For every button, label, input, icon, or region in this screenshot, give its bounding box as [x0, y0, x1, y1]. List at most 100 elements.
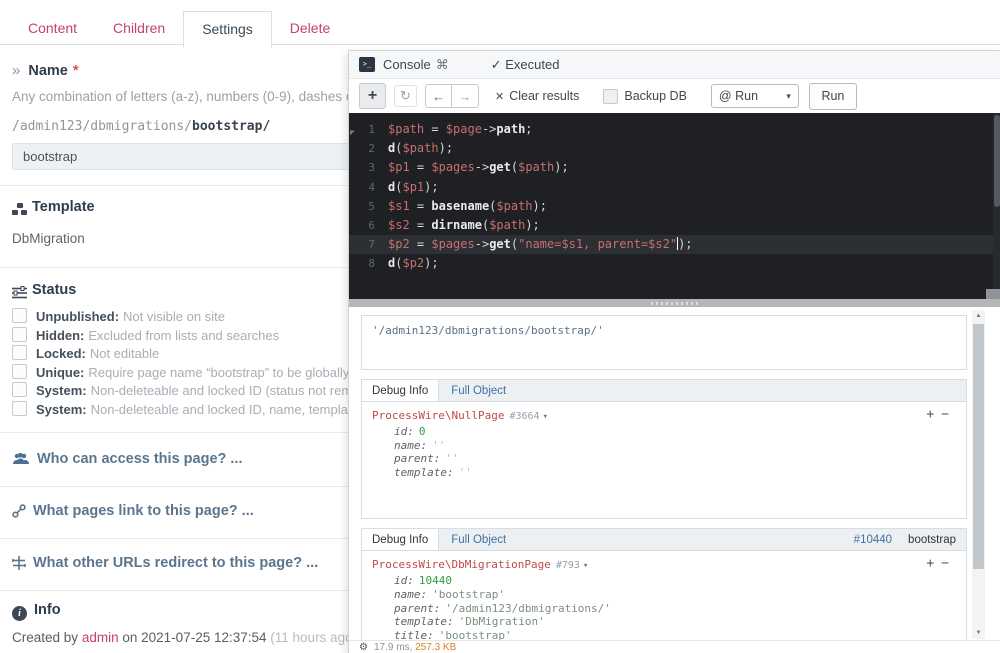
code-line[interactable]: 7 $p2 = $pages->get("name=$s1, parent=$s2… [349, 235, 993, 255]
status-section-heading[interactable]: Status [12, 282, 76, 300]
code-line[interactable]: 2 d($path); [349, 139, 993, 158]
code-token: $path [496, 198, 533, 213]
prop-row: id: 10440 [394, 574, 956, 588]
tab-settings[interactable]: Settings [183, 11, 272, 48]
code-token: $s1 [388, 198, 410, 213]
console-toolbar: + ↻ ← → ✕ Clear results Backup DB @ Run ▾ … [349, 79, 1000, 132]
redirect-urls-link[interactable]: What other URLs redirect to this page? .… [12, 555, 318, 571]
created-prefix: Created by [12, 630, 79, 645]
editor-scrollbar-thumb[interactable] [994, 115, 1000, 207]
code-line[interactable]: 5 $s1 = basename($path); [349, 197, 993, 216]
code-token: ); [424, 256, 439, 271]
run-button[interactable]: Run [808, 82, 857, 110]
template-section-heading[interactable]: Template [12, 199, 95, 217]
move-handle-button[interactable]: + [359, 83, 386, 109]
run-mode-select[interactable]: @ Run ▾ [710, 84, 799, 108]
redirect-icon [12, 555, 33, 571]
code-line[interactable]: 3 $p1 = $pages->get($path); [349, 158, 993, 177]
results-scrollbar[interactable]: ▲ ▼ [972, 310, 985, 639]
backup-db-toggle[interactable]: Backup DB [603, 88, 687, 104]
code-line[interactable]: 4 d($p1); [349, 178, 993, 197]
tab-debug-info[interactable]: Debug Info [362, 380, 440, 401]
collapse-icon[interactable]: − [941, 407, 956, 422]
collapse-caret-icon[interactable]: ▾ [583, 561, 588, 571]
who-can-access-link[interactable]: Who can access this page? ... [12, 451, 242, 467]
unpublished-checkbox[interactable] [12, 308, 27, 323]
object-ref: #793 [555, 560, 580, 572]
code-token: dirname [431, 217, 482, 232]
unique-checkbox[interactable] [12, 363, 27, 379]
code-line[interactable]: 6 $s2 = dirname($path); [349, 216, 993, 235]
pages-link-link[interactable]: What pages link to this page? ... [12, 503, 254, 519]
tab-delete[interactable]: Delete [272, 11, 348, 47]
expand-icon[interactable]: + [926, 407, 941, 422]
console-header[interactable]: >_ Console ⌘ ✓ Executed [349, 51, 1000, 79]
code-token: basename [431, 198, 490, 213]
executed-label: Executed [505, 56, 560, 72]
tab-children[interactable]: Children [95, 11, 183, 47]
panel-resize-handle[interactable] [349, 299, 1000, 307]
code-token: $p1 [388, 160, 410, 175]
system-checkbox[interactable] [12, 382, 27, 398]
reload-button[interactable]: ↻ [394, 85, 417, 107]
time-stat: 17.9 ms, [373, 642, 413, 653]
scroll-up-arrow[interactable]: ▲ [972, 310, 985, 322]
who-can-access-label: Who can access this page? ... [37, 451, 243, 467]
prop-value: '/admin123/dbmigrations/' [445, 601, 611, 615]
history-back-button[interactable]: ← [425, 84, 452, 108]
clear-results-button[interactable]: ✕ Clear results [495, 89, 579, 103]
status-label: Unique: [36, 364, 85, 380]
tab-full-object[interactable]: Full Object [439, 529, 518, 550]
code-token: = [424, 122, 446, 136]
page-path-prefix: /admin123/dbmigrations/ [12, 119, 193, 134]
dump-class-line: ProcessWire\DbMigrationPage #793 ▾ +− [372, 556, 956, 574]
code-token: path [496, 122, 526, 136]
page: Content Children Settings Delete » Name * … [0, 0, 1000, 653]
results-scrollbar-thumb[interactable] [973, 324, 984, 569]
code-lines: ◤ 1 $path = $page->path; 2 d($path); 3 $p1 = $… [349, 120, 993, 274]
info-section-heading[interactable]: i Info [12, 602, 61, 621]
prop-row: name: 'bootstrap' [394, 588, 956, 602]
collapse-icon[interactable]: − [941, 556, 956, 571]
code-token: $page [445, 122, 482, 136]
code-token: ; [525, 122, 533, 136]
tab-debug-info[interactable]: Debug Info [362, 529, 440, 551]
code-token: ); [438, 141, 454, 156]
status-desc: Require page name “bootstrap” to be glob… [88, 364, 392, 380]
locked-checkbox[interactable] [12, 345, 27, 361]
prop-value: '' [458, 465, 472, 479]
memory-stat: 257.3 KB [415, 642, 457, 653]
code-line[interactable]: ◤ 1 $path = $page->path; [349, 120, 993, 139]
info-title: Info [34, 602, 61, 618]
code-line[interactable]: 8 d($p2); [349, 254, 993, 273]
code-token: $pages [431, 160, 475, 175]
dump-page-meta: #10440 bootstrap [854, 529, 966, 550]
page-id-link[interactable]: #10440 [854, 534, 892, 546]
execution-stats: 17.9 ms, 257.3 KB [374, 642, 456, 653]
dump-expand-collapse[interactable]: +− [926, 407, 956, 422]
backup-db-checkbox[interactable] [603, 88, 619, 104]
scroll-down-arrow[interactable]: ▼ [972, 627, 985, 639]
dump-expand-collapse[interactable]: +− [926, 556, 956, 571]
status-desc: Excluded from lists and searches [88, 327, 280, 343]
prop-key: parent: [394, 601, 441, 615]
name-section-heading[interactable]: » Name * [12, 62, 79, 79]
expand-icon[interactable]: + [926, 556, 941, 571]
prop-row: parent: '/admin123/dbmigrations/' [394, 602, 956, 616]
info-icon: i [12, 606, 27, 621]
check-icon: ✓ [490, 56, 502, 72]
code-editor[interactable]: ◤ 1 $path = $page->path; 2 d($path); 3 $p1 = $… [349, 113, 1000, 299]
line-number: 8 [368, 257, 375, 271]
sliders-icon [12, 284, 32, 300]
system-checkbox-2[interactable] [12, 400, 27, 416]
pages-link-label: What pages link to this page? ... [33, 503, 254, 519]
collapse-caret-icon[interactable]: ▾ [543, 412, 548, 422]
page-tabbar: Content Children Settings Delete [10, 11, 348, 48]
tab-content[interactable]: Content [10, 11, 95, 47]
dump-body: ProcessWire\DbMigrationPage #793 ▾ +− id: 1… [362, 551, 966, 641]
tab-full-object[interactable]: Full Object [439, 380, 518, 401]
history-forward-button[interactable]: → [452, 84, 479, 108]
hidden-checkbox[interactable] [12, 326, 27, 342]
created-author-link[interactable]: admin [82, 630, 119, 645]
editor-scrollbar[interactable] [993, 113, 1000, 289]
